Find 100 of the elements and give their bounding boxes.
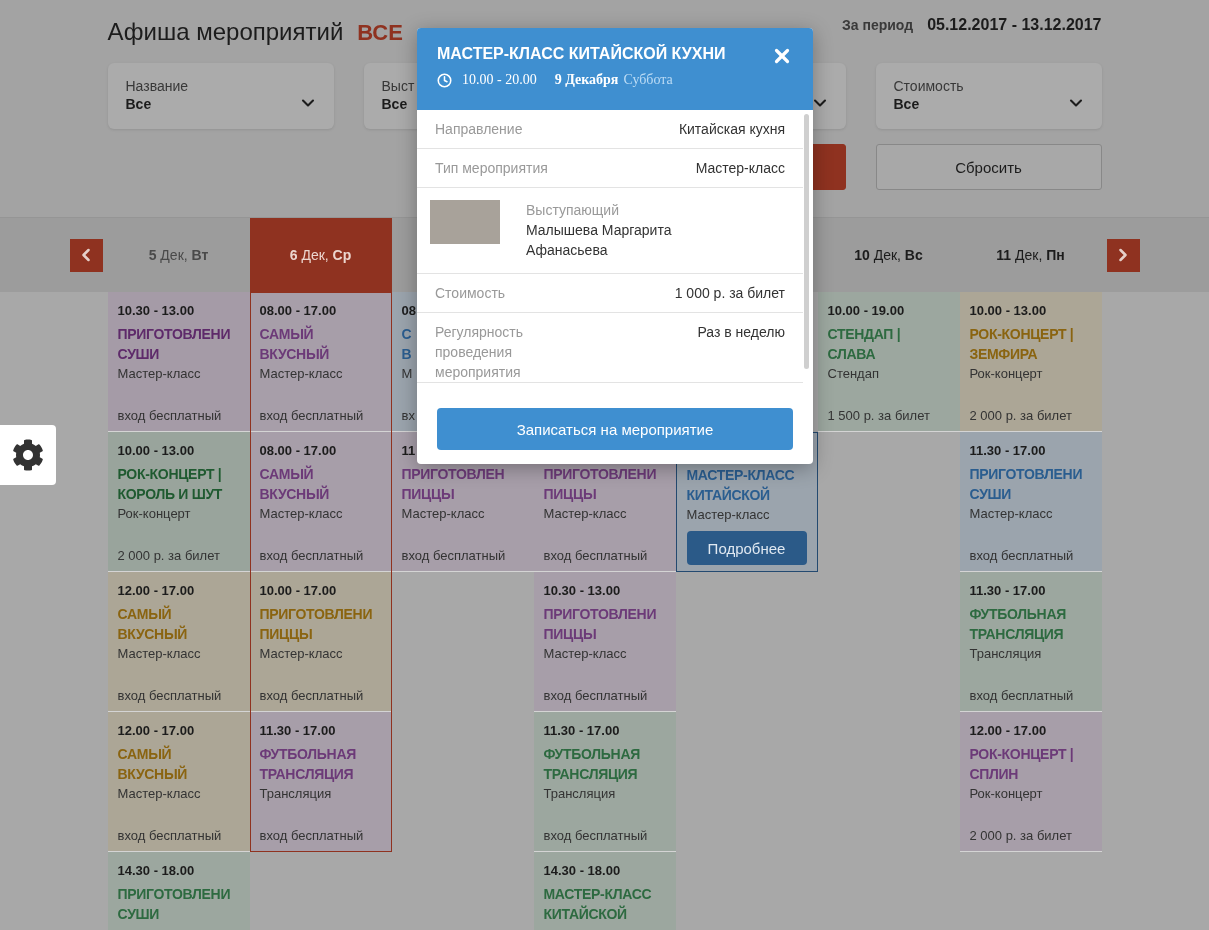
filter-value: Все xyxy=(893,96,921,112)
detail-value: 1 000 р. за билет xyxy=(674,284,785,303)
dialog-title: МАСТЕР-КЛАСС КИТАЙСКОЙ КУХНИ xyxy=(437,45,726,63)
detail-value: Мастер-класс xyxy=(695,159,785,178)
day-label[interactable]: 10 Дек, Вс xyxy=(854,247,923,263)
event-time: 10.00 - 17.00 xyxy=(259,583,338,599)
event-card[interactable]: 12.00 - 17.00 САМЫЙ ВКУСНЫЙ Мастер-класс вход бесплатный xyxy=(107,712,250,852)
event-card[interactable]: 11.30 - 17.00 ПРИГОТОВЛЕНИ СУШИ Мастер-класс вход бесплатный xyxy=(959,432,1102,572)
event-type: Мастер-класс xyxy=(259,645,344,663)
event-price: вход бесплатный xyxy=(259,408,365,423)
event-type: Трансляция xyxy=(969,645,1043,663)
period-range[interactable]: 05.12.2017 - 13.12.2017 xyxy=(927,15,1102,34)
scrollbar[interactable] xyxy=(804,114,809,369)
event-card[interactable]: 11.30 - 17.00 ФУТБОЛЬНАЯ ТРАНСЛЯЦИЯ Трансляция вход бесплатный xyxy=(959,572,1102,712)
event-card[interactable]: 10.00 - 13.00 РОК-КОНЦЕРТ | ЗЕМФИРА Рок-концерт 2 000 р. за билет xyxy=(959,292,1102,432)
event-title: ПРИГОТОВЛЕНИ ПИЦЦЫ xyxy=(543,465,658,504)
day-label[interactable]: 6 Дек, Ср xyxy=(289,247,352,263)
event-title: СТЕНДАП | СЛАВА xyxy=(827,325,902,364)
event-price: вход бесплатный xyxy=(259,828,365,843)
event-weekday: Суббота xyxy=(623,72,673,88)
event-title: САМЫЙ ВКУСНЫЙ xyxy=(259,464,331,504)
filter-dropdown[interactable]: Название Все xyxy=(107,63,334,129)
day-tab[interactable]: 6 Дек, Ср xyxy=(249,218,392,292)
event-price: 2 000 р. за билет xyxy=(969,408,1073,423)
event-card[interactable]: 12.00 - 17.00 САМЫЙ ВКУСНЫЙ Мастер-класс вход бесплатный xyxy=(107,572,250,712)
event-title: САМЫЙ ВКУСНЫЙ xyxy=(117,744,189,784)
filter-value: Все xyxy=(125,96,153,112)
event-card[interactable]: 14.30 - 18.00 ПРИГОТОВЛЕНИ СУШИ xyxy=(107,852,250,930)
event-time: 08 xyxy=(401,303,416,319)
detail-label: Регулярность проведения мероприятия xyxy=(435,323,525,382)
event-type: Рок-концерт xyxy=(969,785,1044,803)
event-type: Мастер-класс xyxy=(117,365,202,383)
event-title: ПРИГОТОВЛЕНИ ПИЦЦЫ xyxy=(259,605,374,644)
detail-value: Китайская кухня xyxy=(678,120,785,139)
event-title: САМЫЙ ВКУСНЫЙ xyxy=(117,604,189,644)
event-price: вход бесплатный xyxy=(401,548,507,563)
day-label[interactable]: 11 Дек, Пн xyxy=(996,247,1065,263)
event-price: вход бесплатный xyxy=(117,828,223,843)
event-time: 12.00 - 17.00 xyxy=(117,723,196,739)
next-button[interactable] xyxy=(1106,238,1140,272)
filter-label: Название xyxy=(125,78,189,94)
event-type: Трансляция xyxy=(543,785,617,803)
event-card[interactable]: 08.00 - 17.00 САМЫЙ ВКУСНЫЙ Мастер-класс вход бесплатный xyxy=(249,292,392,432)
event-price: вход бесплатный xyxy=(259,548,365,563)
event-price: вход бесплатный xyxy=(117,688,223,703)
event-type: Мастер-класс xyxy=(543,505,628,523)
event-card[interactable]: 10.30 - 13.00 ПРИГОТОВЛЕНИ ПИЦЦЫ Мастер-класс вход бесплатный xyxy=(533,572,676,712)
event-type: Мастер-класс xyxy=(969,505,1054,523)
details-button[interactable]: Подробнее xyxy=(686,531,807,565)
event-type: Мастер-класс xyxy=(259,365,344,383)
scope-label: ВСЕ xyxy=(357,19,403,46)
event-time: 08.00 - 17.00 xyxy=(259,443,338,459)
event-price: вход бесплатный xyxy=(259,688,365,703)
filter-label: Стоимость xyxy=(893,78,964,94)
photo-placeholder xyxy=(430,200,500,244)
event-card[interactable]: 12.00 - 17.00 РОК-КОНЦЕРТ | СПЛИН Рок-концерт 2 000 р. за билет xyxy=(959,712,1102,852)
event-type: Рок-концерт xyxy=(969,365,1044,383)
period-label: За период xyxy=(842,16,914,33)
detail-label: Тип мероприятия xyxy=(435,159,548,178)
event-type: Мастер-класс xyxy=(117,645,202,663)
event-price: 2 000 р. за билет xyxy=(969,828,1073,843)
previous-button[interactable] xyxy=(69,238,103,272)
detail-label: Выступающий xyxy=(526,201,620,220)
event-card[interactable]: 14.30 - 18.00 МАСТЕР-КЛАСС КИТАЙСКОЙ xyxy=(533,852,676,930)
event-time: 14.30 - 18.00 xyxy=(543,863,622,879)
event-price: 1 500 р. за билет xyxy=(827,408,931,423)
event-date: 9 Декабря xyxy=(554,72,619,88)
event-time: 08.00 - 17.00 xyxy=(259,303,338,319)
event-title: САМЫЙ ВКУСНЫЙ xyxy=(259,324,331,364)
event-type: Рок-концерт xyxy=(117,505,192,523)
event-price: вход бесплатный xyxy=(969,548,1075,563)
event-price: вх xyxy=(401,408,416,423)
detail-label: Направление xyxy=(435,120,523,139)
event-title: ПРИГОТОВЛЕНИ СУШИ xyxy=(117,885,232,924)
event-time: 11.30 - 17.00 xyxy=(259,723,337,739)
event-price: вход бесплатный xyxy=(543,828,649,843)
event-title: ПРИГОТОВЛЕНИ СУШИ xyxy=(117,325,232,364)
detail-value: Раз в неделю xyxy=(697,323,785,342)
event-type: Мастер-класс xyxy=(543,645,628,663)
event-type: Мастер-класс xyxy=(259,505,344,523)
event-title: МАСТЕР-КЛАСС КИТАЙСКОЙ xyxy=(686,466,796,505)
event-title: РОК-КОНЦЕРТ | ЗЕМФИРА xyxy=(969,325,1075,364)
event-card[interactable]: 10.30 - 13.00 ПРИГОТОВЛЕНИ СУШИ Мастер-класс вход бесплатный xyxy=(107,292,250,432)
event-time: 10.00 - 13.00 xyxy=(117,443,196,459)
event-card[interactable]: 10.00 - 13.00 РОК-КОНЦЕРТ | КОРОЛЬ И ШУТ Рок-концерт 2 000 р. за билет xyxy=(107,432,250,572)
event-card[interactable]: 10.00 - 19.00 СТЕНДАП | СЛАВА Стендап 1 500 р. за билет xyxy=(817,292,960,432)
settings-icon xyxy=(12,439,44,471)
filter-dropdown[interactable]: Стоимость Все xyxy=(875,63,1102,129)
reset-button[interactable]: Сбросить xyxy=(875,144,1102,190)
event-title: РОК-КОНЦЕРТ | КОРОЛЬ И ШУТ xyxy=(117,465,224,504)
page-title: Афиша мероприятий xyxy=(107,17,344,46)
settings-button[interactable] xyxy=(0,425,56,485)
signup-button[interactable]: Записаться на мероприятие xyxy=(437,408,793,450)
event-card[interactable]: 08.00 - 17.00 САМЫЙ ВКУСНЫЙ Мастер-класс вход бесплатный xyxy=(249,432,392,572)
event-card[interactable]: 11.30 - 17.00 ФУТБОЛЬНАЯ ТРАНСЛЯЦИЯ Трансляция вход бесплатный xyxy=(533,712,676,852)
event-time: 10.00 - 20.00 xyxy=(462,72,537,88)
event-card[interactable]: 11.30 - 17.00 ФУТБОЛЬНАЯ ТРАНСЛЯЦИЯ Трансляция вход бесплатный xyxy=(249,712,392,852)
event-card[interactable]: 10.00 - 17.00 ПРИГОТОВЛЕНИ ПИЦЦЫ Мастер-класс вход бесплатный xyxy=(249,572,392,712)
event-type: Мастер-класс xyxy=(401,505,486,523)
event-time: 10.00 - 13.00 xyxy=(969,303,1048,319)
